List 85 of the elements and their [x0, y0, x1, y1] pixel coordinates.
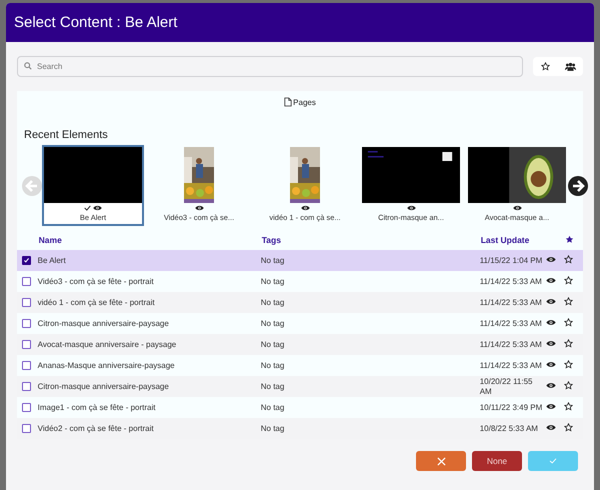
eye-icon[interactable] [546, 256, 556, 263]
star-icon[interactable] [564, 339, 574, 348]
table-cell: Image1 - com çà se fête - portrait [38, 403, 156, 412]
table-cell: Avocat-masque anniversaire - paysage [38, 340, 176, 349]
table-cell: vidéo 1 - com çà se fête - portrait [38, 298, 155, 307]
table-cell: No tag [260, 382, 284, 391]
eye-icon[interactable] [546, 277, 556, 284]
star-icon [541, 62, 550, 71]
star-icon[interactable] [564, 318, 574, 327]
check-icon [549, 458, 557, 464]
table-cell: Citron-masque anniversaire-paysage [38, 382, 169, 391]
table-cell-text: 11/14/22 5:33 AM [480, 298, 543, 308]
eye-icon[interactable] [194, 205, 204, 211]
table-cell: No tag [260, 298, 284, 307]
star-icon[interactable] [564, 360, 574, 369]
checkbox[interactable] [22, 298, 31, 308]
table-cell-text: 11/14/22 5:33 AM [480, 360, 543, 370]
table-cell: No tag [260, 361, 284, 370]
table-cell: No tag [260, 340, 284, 349]
check-icon [84, 205, 91, 211]
eye-icon[interactable] [546, 403, 556, 410]
checkbox[interactable] [22, 424, 31, 434]
column-header[interactable]: Tags [262, 235, 281, 245]
table-cell: Ananas-Masque anniversaire-paysage [38, 361, 175, 370]
eye-icon[interactable] [512, 205, 522, 211]
eye-icon[interactable] [546, 424, 556, 431]
star-icon[interactable] [564, 402, 574, 411]
table-row[interactable]: Vidéo2 - com çà se fête - portrait No tag 10/8/22 5:33 AM [17, 418, 583, 439]
search-icon [24, 62, 32, 70]
star-icon[interactable] [564, 255, 574, 264]
table-cell-text: 10/8/22 5:33 AM [480, 424, 539, 434]
table-cell-text: 11/15/22 1:04 PM [480, 256, 544, 266]
document-icon [284, 97, 292, 107]
eye-icon[interactable] [546, 361, 556, 368]
users-icon [565, 62, 576, 72]
checkbox[interactable] [22, 340, 31, 350]
checkbox[interactable] [22, 256, 31, 266]
column-header[interactable]: Name [38, 235, 62, 245]
table-row[interactable]: Citron-masque anniversaire-paysage No tag 10/20/22 11:55 AM [17, 376, 583, 397]
table-row[interactable]: Be Alert No tag 11/15/22 1:04 PM [17, 250, 583, 271]
eye-icon[interactable] [546, 340, 556, 347]
checkbox[interactable] [22, 382, 31, 392]
table-cell: Vidéo2 - com çà se fête - portrait [38, 424, 154, 433]
eye-icon[interactable] [546, 298, 556, 305]
column-header[interactable]: Last Update [480, 235, 530, 245]
table-cell: Citron-masque anniversaire-paysage [38, 319, 169, 328]
star-icon[interactable] [564, 423, 574, 432]
table-cell: No tag [260, 403, 284, 412]
close-button[interactable] [416, 451, 466, 471]
eye-icon[interactable] [406, 205, 416, 211]
table-row[interactable]: Ananas-Masque anniversaire-paysage No tag 11/14/22 5:33 AM [17, 355, 583, 376]
star-icon[interactable] [564, 381, 574, 390]
table-cell-text: 11/14/22 5:33 AM [480, 318, 543, 328]
star-icon[interactable] [564, 276, 574, 285]
table-cell: No tag [260, 319, 284, 328]
checkbox[interactable] [22, 277, 31, 286]
eye-icon[interactable] [546, 382, 556, 389]
star-icon[interactable] [564, 297, 574, 306]
window-title: Select Content : Be Alert [14, 14, 178, 31]
table-row[interactable]: vidéo 1 - com çà se fête - portrait No tag 11/14/22 5:33 AM [17, 292, 583, 313]
checkbox[interactable] [22, 403, 31, 412]
checkbox[interactable] [22, 361, 31, 370]
eye-icon[interactable] [93, 205, 102, 211]
table-row[interactable]: Vidéo3 - com çà se fête - portrait No tag 11/14/22 5:33 AM [17, 271, 583, 292]
table-cell: Be Alert [38, 256, 66, 265]
eye-icon[interactable] [300, 205, 310, 211]
table-cell-text: 11/14/22 5:33 AM [480, 340, 543, 350]
table-cell-text: 11/14/22 5:33 AM [480, 276, 543, 286]
table-cell: No tag [260, 424, 284, 433]
search-field[interactable]: Search [17, 56, 523, 77]
section-heading: Recent Elements [23, 128, 109, 141]
table-cell-text: 10/20/22 11:55 AM [480, 376, 534, 396]
table-cell: No tag [260, 277, 284, 286]
table-cell: No tag [260, 256, 284, 265]
star-icon[interactable] [565, 234, 574, 244]
eye-icon[interactable] [546, 319, 556, 326]
close-icon [436, 456, 446, 466]
none-button[interactable]: None [472, 451, 522, 471]
pages-tab[interactable]: Pages [282, 97, 318, 107]
table-row[interactable]: Avocat-masque anniversaire - paysage No tag 11/14/22 5:33 AM [17, 334, 583, 355]
table-row[interactable]: Image1 - com çà se fête - portrait No tag 10/11/22 3:49 PM [17, 397, 583, 418]
table-cell: Vidéo3 - com çà se fête - portrait [38, 277, 154, 286]
checkbox[interactable] [22, 319, 31, 328]
table-row[interactable]: Citron-masque anniversaire-paysage No tag 11/14/22 5:33 AM [17, 313, 583, 334]
table-cell-text: 10/11/22 3:49 PM [480, 402, 544, 412]
